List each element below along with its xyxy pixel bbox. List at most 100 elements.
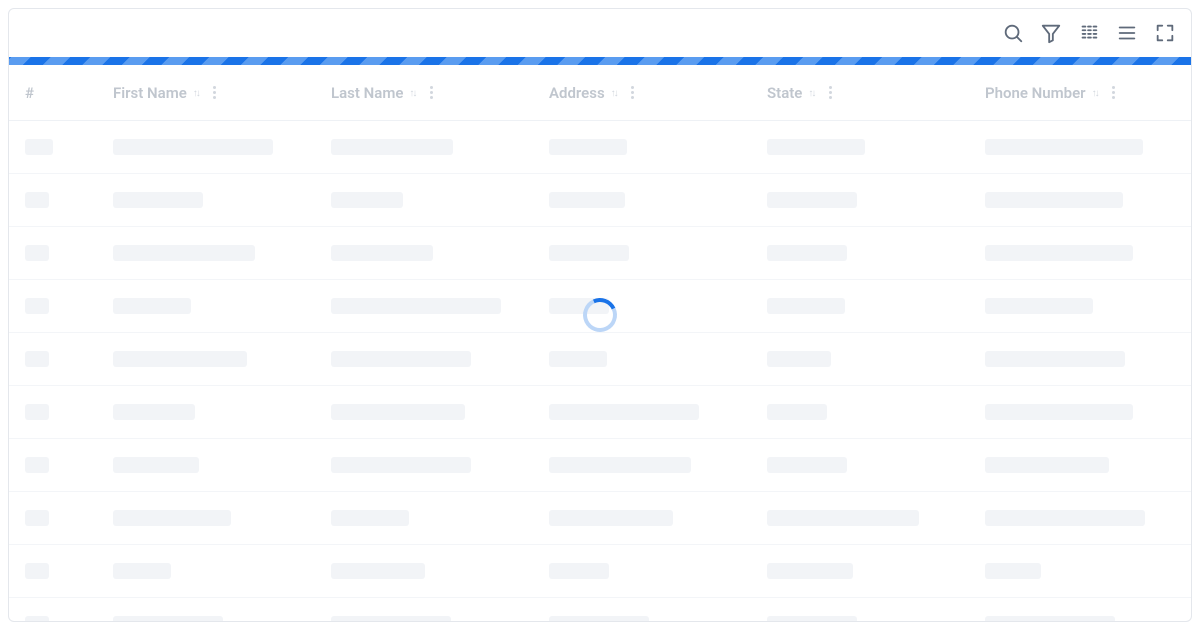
- skeleton-placeholder: [549, 139, 627, 155]
- table-cell: [767, 139, 985, 155]
- table-cell: [985, 563, 1175, 579]
- skeleton-placeholder: [549, 298, 609, 314]
- skeleton-placeholder: [331, 616, 451, 622]
- table-cell: [985, 139, 1175, 155]
- skeleton-placeholder: [985, 298, 1093, 314]
- skeleton-placeholder: [113, 245, 255, 261]
- table-header-row: # First Name ↑↓ Last Name ↑↓ Address ↑↓ …: [9, 65, 1191, 121]
- table-cell: [113, 510, 331, 526]
- table-cell: [25, 139, 113, 155]
- table-cell: [113, 139, 331, 155]
- sort-icon[interactable]: ↑↓: [409, 88, 415, 99]
- column-menu-icon[interactable]: [1108, 86, 1120, 99]
- table-cell: [331, 298, 549, 314]
- table-cell: [985, 404, 1175, 420]
- skeleton-placeholder: [985, 192, 1123, 208]
- table-cell: [549, 298, 767, 314]
- table-row: [9, 598, 1191, 622]
- table-cell: [331, 616, 549, 622]
- data-table-panel: # First Name ↑↓ Last Name ↑↓ Address ↑↓ …: [8, 8, 1192, 622]
- skeleton-placeholder: [985, 139, 1143, 155]
- column-header-first-name[interactable]: First Name ↑↓: [113, 84, 331, 102]
- table-cell: [113, 616, 331, 622]
- loading-progress-bar: [9, 57, 1191, 65]
- table-cell: [549, 510, 767, 526]
- column-label: Address: [549, 84, 605, 102]
- skeleton-placeholder: [767, 192, 857, 208]
- skeleton-placeholder: [767, 457, 847, 473]
- column-menu-icon[interactable]: [209, 86, 221, 99]
- table-cell: [985, 298, 1175, 314]
- table-cell: [767, 298, 985, 314]
- table-row: [9, 545, 1191, 598]
- density-icon[interactable]: [1115, 21, 1139, 45]
- columns-icon[interactable]: [1077, 21, 1101, 45]
- table-cell: [549, 563, 767, 579]
- table-body: [9, 121, 1191, 622]
- column-label: #: [25, 84, 34, 102]
- skeleton-placeholder: [331, 192, 403, 208]
- column-header-phone[interactable]: Phone Number ↑↓: [985, 84, 1175, 102]
- table-cell: [25, 192, 113, 208]
- table-cell: [25, 510, 113, 526]
- table-cell: [549, 192, 767, 208]
- skeleton-placeholder: [767, 298, 845, 314]
- table-cell: [25, 457, 113, 473]
- column-header-address[interactable]: Address ↑↓: [549, 84, 767, 102]
- table-cell: [331, 404, 549, 420]
- table-cell: [985, 351, 1175, 367]
- skeleton-placeholder: [113, 563, 171, 579]
- column-label: State: [767, 84, 802, 102]
- column-menu-icon[interactable]: [824, 86, 836, 99]
- table-cell: [113, 457, 331, 473]
- table-toolbar: [9, 9, 1191, 57]
- skeleton-placeholder: [331, 351, 471, 367]
- column-header-index[interactable]: #: [25, 84, 113, 102]
- table-cell: [331, 563, 549, 579]
- skeleton-placeholder: [113, 510, 231, 526]
- skeleton-placeholder: [549, 616, 649, 622]
- table-cell: [331, 192, 549, 208]
- table-cell: [767, 457, 985, 473]
- column-header-last-name[interactable]: Last Name ↑↓: [331, 84, 549, 102]
- table-cell: [549, 404, 767, 420]
- skeleton-placeholder: [331, 245, 433, 261]
- skeleton-placeholder: [25, 139, 53, 155]
- sort-icon[interactable]: ↑↓: [193, 88, 199, 99]
- skeleton-placeholder: [25, 192, 49, 208]
- column-menu-icon[interactable]: [627, 86, 639, 99]
- skeleton-placeholder: [767, 510, 919, 526]
- column-label: Last Name: [331, 84, 403, 102]
- sort-icon[interactable]: ↑↓: [808, 88, 814, 99]
- sort-icon[interactable]: ↑↓: [611, 88, 617, 99]
- table-cell: [25, 245, 113, 261]
- search-icon[interactable]: [1001, 21, 1025, 45]
- skeleton-placeholder: [113, 457, 199, 473]
- table-cell: [113, 404, 331, 420]
- table-cell: [113, 298, 331, 314]
- skeleton-placeholder: [113, 139, 273, 155]
- fullscreen-icon[interactable]: [1153, 21, 1177, 45]
- table-cell: [25, 563, 113, 579]
- skeleton-placeholder: [549, 510, 673, 526]
- column-header-state[interactable]: State ↑↓: [767, 84, 985, 102]
- skeleton-placeholder: [113, 616, 223, 622]
- table-cell: [113, 351, 331, 367]
- skeleton-placeholder: [331, 139, 453, 155]
- skeleton-placeholder: [985, 404, 1133, 420]
- table-cell: [767, 192, 985, 208]
- skeleton-placeholder: [985, 616, 1115, 622]
- column-menu-icon[interactable]: [425, 86, 437, 99]
- skeleton-placeholder: [25, 298, 49, 314]
- skeleton-placeholder: [549, 457, 691, 473]
- table-row: [9, 492, 1191, 545]
- filter-icon[interactable]: [1039, 21, 1063, 45]
- skeleton-placeholder: [331, 563, 425, 579]
- skeleton-placeholder: [25, 457, 49, 473]
- skeleton-placeholder: [767, 245, 847, 261]
- sort-icon[interactable]: ↑↓: [1092, 88, 1098, 99]
- table-cell: [331, 245, 549, 261]
- table-cell: [331, 139, 549, 155]
- skeleton-placeholder: [25, 510, 49, 526]
- skeleton-placeholder: [767, 351, 831, 367]
